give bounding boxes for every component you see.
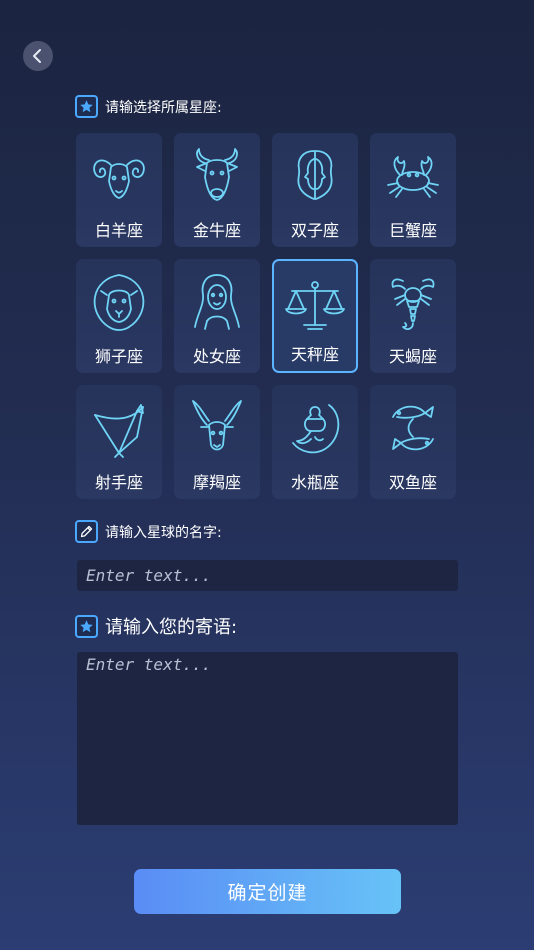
capricorn-goat-icon: [192, 400, 242, 451]
zodiac-card-aries[interactable]: 白羊座: [76, 133, 162, 247]
scorpio-scorpion-icon: [391, 278, 435, 330]
zodiac-card-pisces[interactable]: 双鱼座: [370, 385, 456, 499]
aquarius-water-icon: [292, 404, 340, 454]
zodiac-card-gemini[interactable]: 双子座: [272, 133, 358, 247]
zodiac-card-virgo[interactable]: 处女座: [174, 259, 260, 373]
planet-name-header: 请输入星球的名字:: [75, 520, 222, 543]
cancer-crab-icon: [387, 156, 439, 198]
message-title: 请输入您的寄语:: [105, 617, 238, 638]
chevron-left-icon: [33, 49, 41, 63]
zodiac-label: 处女座: [192, 347, 241, 366]
sagittarius-bow-icon: [94, 404, 144, 458]
zodiac-card-capricorn[interactable]: 摩羯座: [174, 385, 260, 499]
zodiac-label: 白羊座: [94, 221, 143, 240]
star-badge: [75, 614, 98, 638]
zodiac-card-libra[interactable]: 天秤座: [272, 259, 358, 373]
pisces-fish-icon: [392, 405, 434, 451]
libra-scales-icon: [285, 281, 345, 330]
zodiac-label: 双子座: [290, 221, 339, 240]
zodiac-card-cancer[interactable]: 巨蟹座: [370, 133, 456, 247]
leo-lion-icon: [93, 274, 145, 331]
confirm-create-button[interactable]: 确定创建: [134, 869, 401, 914]
message-header: 请输入您的寄语:: [75, 613, 237, 639]
zodiac-label: 水瓶座: [290, 473, 339, 492]
taurus-bull-icon: [196, 148, 238, 201]
pencil-icon: [80, 525, 93, 538]
zodiac-label: 射手座: [94, 473, 143, 492]
zodiac-card-leo[interactable]: 狮子座: [76, 259, 162, 373]
zodiac-label: 摩羯座: [192, 473, 241, 492]
zodiac-label: 巨蟹座: [388, 221, 437, 240]
zodiac-grid: 白羊座 金牛座 双子座 巨蟹座 狮子座 处女座 天秤座 天蝎座 射手座 摩羯座 …: [76, 133, 456, 499]
zodiac-label: 狮子座: [94, 347, 143, 366]
virgo-maiden-icon: [194, 274, 240, 330]
zodiac-section-title: 请输选择所属星座:: [105, 99, 222, 116]
aries-ram-icon: [93, 159, 145, 199]
zodiac-card-scorpio[interactable]: 天蝎座: [370, 259, 456, 373]
message-textarea[interactable]: [77, 652, 458, 825]
back-button[interactable]: [23, 41, 53, 71]
planet-name-input[interactable]: [77, 560, 458, 591]
zodiac-label: 金牛座: [192, 221, 241, 240]
zodiac-card-taurus[interactable]: 金牛座: [174, 133, 260, 247]
zodiac-label: 双鱼座: [388, 473, 437, 492]
zodiac-label: 天蝎座: [388, 347, 437, 366]
zodiac-label: 天秤座: [290, 345, 339, 364]
zodiac-card-aquarius[interactable]: 水瓶座: [272, 385, 358, 499]
star-icon: [80, 100, 93, 113]
zodiac-card-sagittarius[interactable]: 射手座: [76, 385, 162, 499]
planet-name-title: 请输入星球的名字:: [105, 524, 222, 541]
edit-badge: [75, 520, 98, 543]
gemini-twins-icon: [297, 150, 333, 200]
star-badge: [75, 95, 98, 118]
zodiac-section-header: 请输选择所属星座:: [75, 95, 222, 118]
star-icon: [80, 619, 93, 632]
